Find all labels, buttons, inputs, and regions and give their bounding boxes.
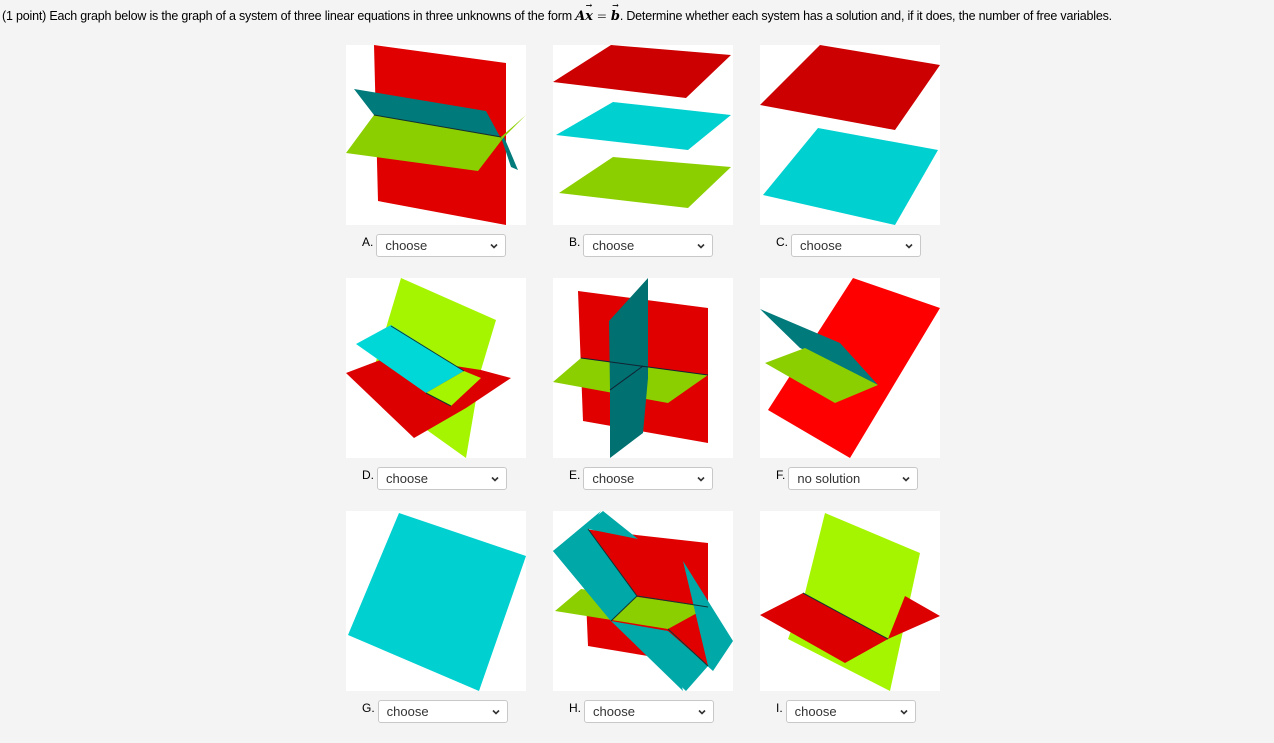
select-value: choose [593,704,635,719]
graph-b-image [553,45,733,225]
graph-label-e: E. [569,468,581,482]
shape [490,243,498,249]
shape [905,243,913,249]
select-value: choose [386,704,429,719]
select-value: choose [592,471,635,486]
shape [697,243,705,249]
select-value: no solution [797,471,861,486]
plane-green [559,157,731,208]
answer-select-d[interactable]: choose [377,467,507,490]
chevron-down-icon [905,243,913,249]
answer-control-c: C. choose [776,234,921,257]
chevron-down-icon [900,709,908,715]
graph-c-image [760,45,940,225]
graph-i-image [760,511,940,691]
chevron-down-icon [491,476,499,482]
plane-cyan [763,128,938,225]
chevron-down-icon [697,476,705,482]
prompt-suffix: . Determine whether each system has a so… [619,9,1112,23]
plane-cyan [556,102,731,150]
graph-a-image [346,45,526,225]
answer-control-i: I. choose [776,700,916,723]
answer-control-g: G. choose [362,700,508,723]
graph-label-h: H. [569,701,581,715]
graph-e-image [553,278,733,458]
answer-control-f: F. no solution [776,467,919,490]
graph-h-image [553,511,733,691]
shape [900,709,908,715]
chevron-down-icon [698,709,706,715]
answer-select-f[interactable]: no solution [788,467,919,490]
answer-select-a[interactable]: choose [376,234,507,257]
vector-b: b [611,0,620,24]
select-value: choose [386,471,428,486]
answer-control-e: E. choose [569,467,714,490]
graph-label-i: I. [776,701,783,715]
answer-select-i[interactable]: choose [785,700,916,723]
answer-select-e[interactable]: choose [583,467,714,490]
graph-g-image [346,511,526,691]
answer-select-c[interactable]: choose [791,234,921,257]
select-value: choose [794,704,837,719]
answer-control-d: D. choose [362,467,507,490]
shape [698,709,706,715]
chevron-down-icon [902,476,910,482]
graph-label-b: B. [569,235,581,249]
shape [902,476,910,482]
matrix-symbol: A [575,9,586,24]
select-value: choose [592,238,635,253]
chevron-down-icon [697,243,705,249]
chevron-down-icon [490,243,498,249]
equals-sign: = [596,8,607,23]
answer-select-g[interactable]: choose [377,700,508,723]
graph-d-image [346,278,526,458]
graph-label-d: D. [362,468,374,482]
answer-select-h[interactable]: choose [584,700,714,723]
graph-label-g: G. [362,701,375,715]
shape [491,476,499,482]
plane-red [553,45,731,98]
select-value: choose [385,238,428,253]
graph-label-f: F. [776,468,786,482]
graph-f-image [760,278,940,458]
graph-label-c: C. [776,235,788,249]
answer-control-a: A. choose [362,234,507,257]
shape [697,476,705,482]
graph-label-a: A. [362,235,374,249]
vector-x: x [585,0,593,24]
shape [492,709,500,715]
answer-control-b: B. choose [569,234,714,257]
prompt-prefix: (1 point) Each graph below is the graph … [2,9,576,23]
answer-select-b[interactable]: choose [583,234,714,257]
plane-cyan [348,513,526,691]
select-value: choose [800,238,842,253]
problem-prompt: (1 point) Each graph below is the graph … [2,0,1112,24]
chevron-down-icon [492,709,500,715]
plane-red [760,45,940,130]
answer-control-h: H. choose [569,700,714,723]
